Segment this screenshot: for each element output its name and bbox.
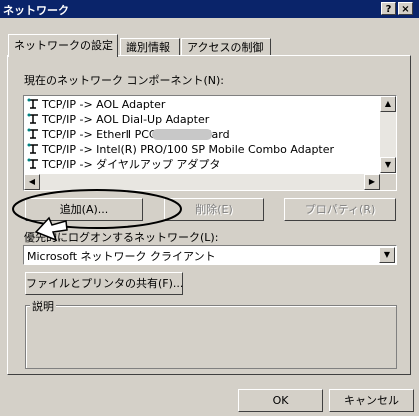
tab-network-settings[interactable]: ネットワークの設定 [8,34,118,57]
logon-label: 優先的にログオンするネットワーク(L): [24,231,219,244]
file-print-share-button[interactable]: ファイルとプリンタの共有(F)... [25,272,183,295]
remove-button[interactable]: 削除(E) [164,198,264,221]
network-adapter-icon [26,128,40,140]
scroll-up-arrow-icon[interactable]: ▲ [380,96,396,112]
dropdown-arrow-icon[interactable]: ▼ [379,247,395,263]
description-label: 説明 [30,298,56,314]
scroll-left-arrow-icon[interactable]: ◀ [24,174,40,190]
components-label: 現在のネットワーク コンポーネント(N): [24,74,225,87]
scroll-corner [380,174,396,190]
description-group [25,305,397,369]
scroll-down-arrow-icon[interactable]: ▼ [380,157,396,173]
network-dialog: ネットワーク ? × ネットワークの設定 識別情報 アクセスの制御 現在のネット… [0,0,419,416]
list-item[interactable]: TCP/IP -> AOL Dial-Up Adapter [26,112,209,127]
window-title: ネットワーク [3,4,69,17]
network-adapter-icon [26,143,40,155]
scroll-right-arrow-icon[interactable]: ▶ [364,174,380,190]
cancel-button[interactable]: キャンセル [329,389,414,412]
components-list[interactable]: TCP/IP -> AOL Adapter TCP/IP -> AOL Dial… [23,95,397,191]
tab-identification[interactable]: 識別情報 [120,38,180,56]
list-item[interactable]: TCP/IP -> ダイヤルアップ アダプタ [26,157,220,172]
vertical-scrollbar[interactable]: ▲ ▼ [380,96,396,173]
logon-network-select[interactable]: Microsoft ネットワーク クライアント ▼ [23,245,397,265]
logon-selected-value: Microsoft ネットワーク クライアント [27,250,216,263]
ok-button[interactable]: OK [238,389,323,412]
list-item[interactable]: TCP/IP -> Intel(R) PRO/100 SP Mobile Com… [26,142,334,157]
network-adapter-icon [26,98,40,110]
add-button[interactable]: 追加(A)... [25,198,143,221]
properties-button[interactable]: プロパティ(R) [284,198,396,221]
help-button[interactable]: ? [381,2,396,15]
horizontal-scrollbar[interactable]: ◀ ▶ [24,174,380,190]
tab-access-control[interactable]: アクセスの制御 [181,38,271,56]
network-adapter-icon [26,113,40,125]
redaction-blur [152,129,212,140]
close-button[interactable]: × [398,2,413,15]
title-bar: ネットワーク ? × [0,0,419,18]
network-adapter-icon [26,158,40,170]
list-item[interactable]: TCP/IP -> AOL Adapter [26,97,165,112]
